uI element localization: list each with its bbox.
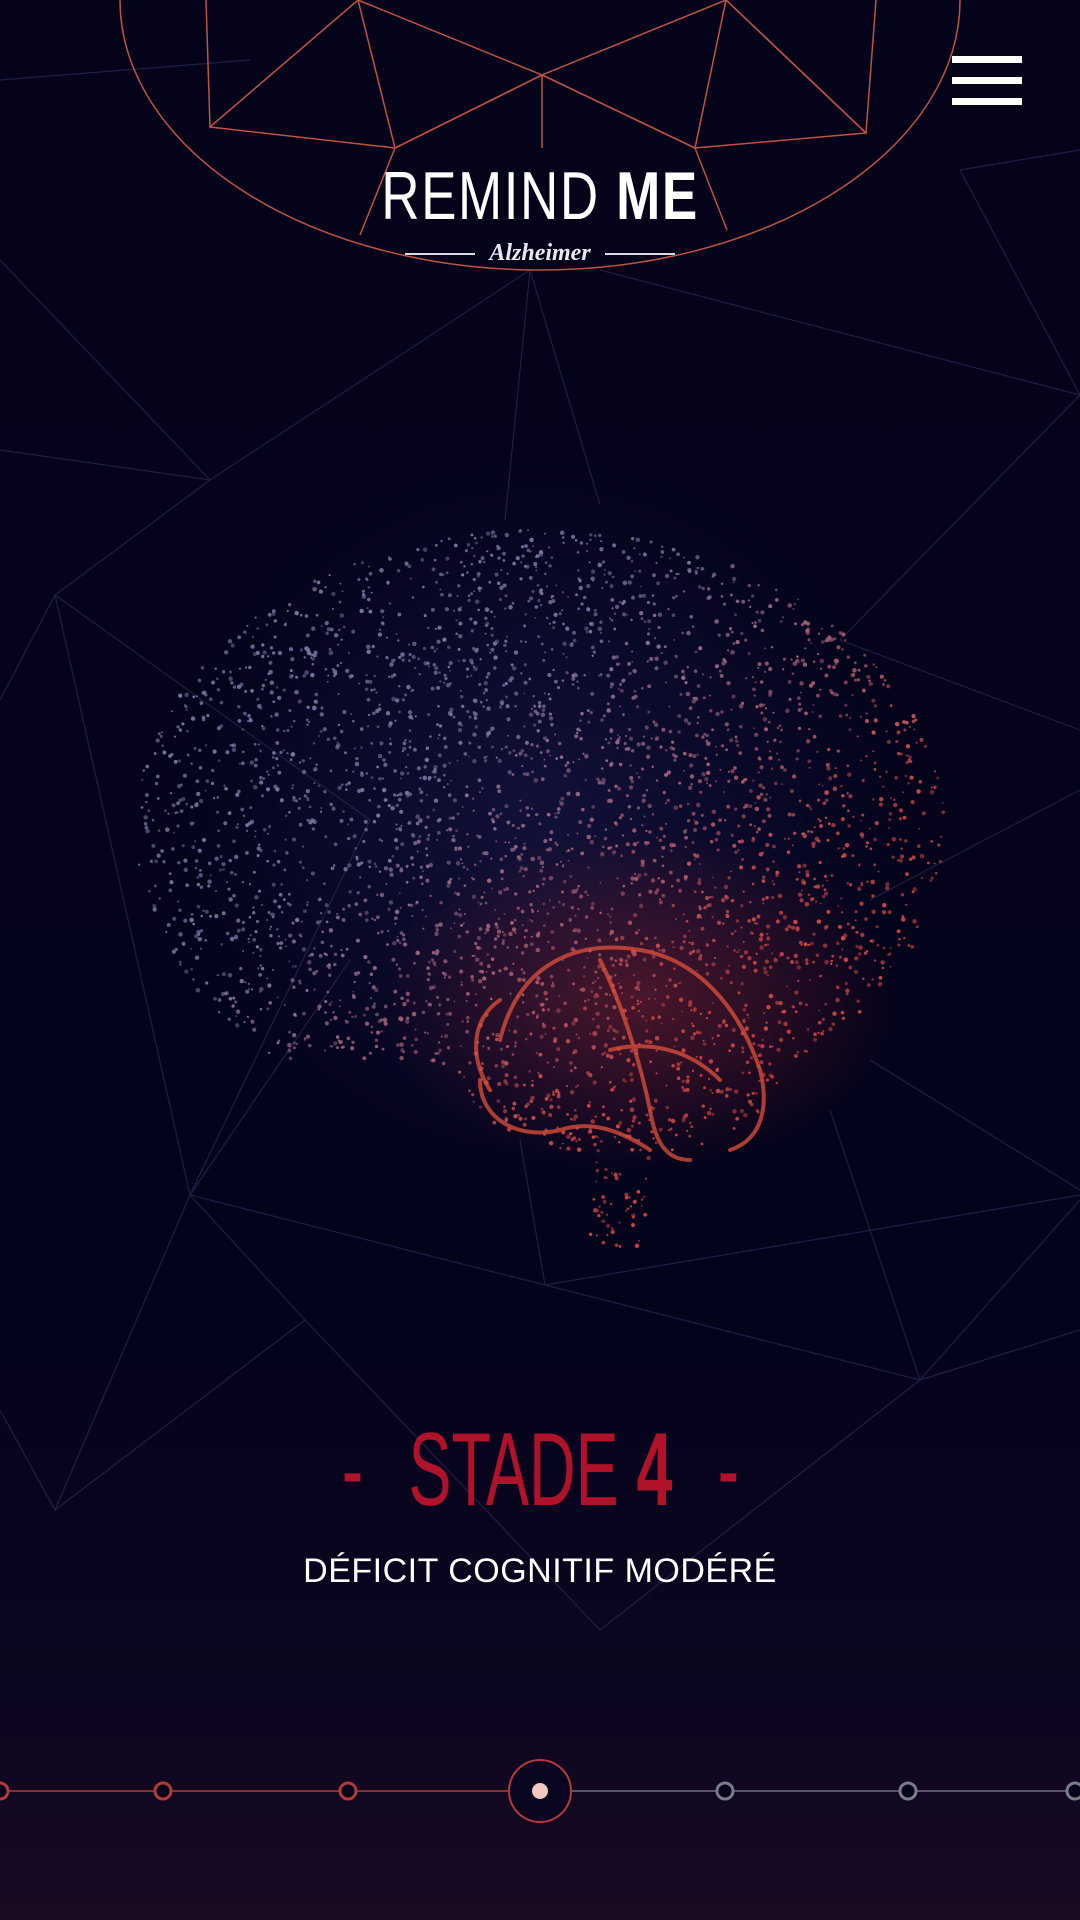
timeline-stage-6-dot[interactable] [898,1781,918,1801]
timeline-stage-1-dot[interactable] [0,1781,10,1801]
timeline-stage-4-dot[interactable] [508,1759,572,1823]
timeline-stage-3-dot[interactable] [338,1781,358,1801]
timeline-stage-7-dot[interactable] [1065,1781,1080,1801]
timeline-stage-2-dot[interactable] [153,1781,173,1801]
stage-timeline [0,1759,1080,1823]
timeline-stage-5-dot[interactable] [715,1781,735,1801]
